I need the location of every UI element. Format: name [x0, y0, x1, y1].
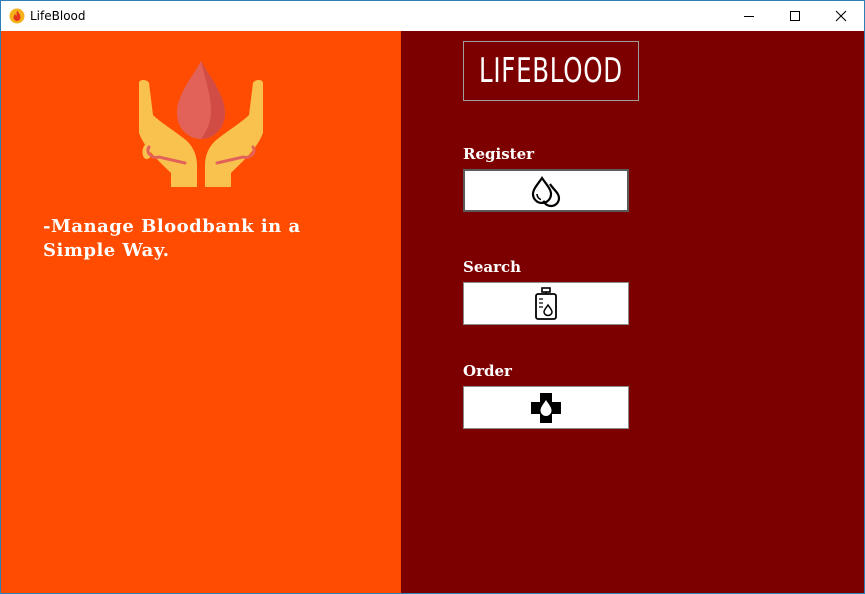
app-flame-icon — [9, 8, 25, 24]
app-window: LifeBlood -Manage Bloodbank in a Simple … — [0, 0, 865, 594]
minimize-button[interactable] — [726, 1, 772, 31]
blood-drops-icon — [531, 175, 561, 207]
brand-logo-box: LIFEBLOOD — [463, 41, 639, 101]
order-label: Order — [463, 362, 512, 380]
search-button[interactable] — [463, 282, 629, 325]
maximize-button[interactable] — [772, 1, 818, 31]
minimize-icon — [744, 16, 754, 17]
blood-bag-icon — [535, 286, 557, 320]
close-icon — [835, 10, 847, 22]
order-button[interactable] — [463, 386, 629, 429]
hands-holding-blood-drop-icon — [139, 61, 263, 187]
medical-cross-drop-icon — [531, 392, 561, 423]
register-button[interactable] — [463, 169, 629, 212]
search-label: Search — [463, 258, 522, 276]
maximize-icon — [790, 11, 800, 21]
close-button[interactable] — [818, 1, 864, 31]
title-bar[interactable]: LifeBlood — [1, 1, 864, 31]
tagline-text: -Manage Bloodbank in a Simple Way. — [43, 216, 301, 261]
left-panel: -Manage Bloodbank in a Simple Way. — [1, 31, 401, 593]
register-label: Register — [463, 145, 535, 163]
brand-title: LIFEBLOOD — [479, 51, 623, 91]
window-title: LifeBlood — [30, 9, 86, 23]
right-panel: LIFEBLOOD Register Search Order — [401, 31, 864, 593]
